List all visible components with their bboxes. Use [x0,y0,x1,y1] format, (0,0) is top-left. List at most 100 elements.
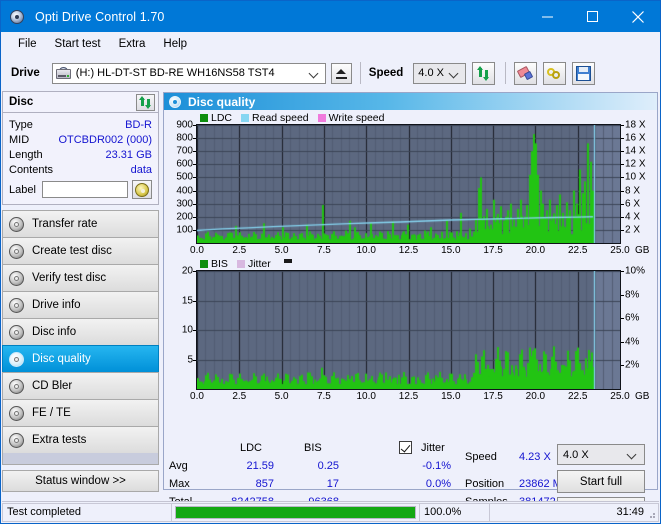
status-window-label: Status window >> [35,475,126,487]
progress-bar [175,506,416,519]
result-speed-select[interactable]: 4.0 X [557,444,645,465]
y-tick-label: 15 [182,295,193,306]
status-message: Test completed [2,503,172,522]
y-tick-label: 300 [176,198,193,209]
drive-icon [56,67,72,80]
x-tick-label: 5.0 [275,245,289,256]
legend-label-jitter: Jitter [248,258,271,270]
speed-select-value: 4.0 X [418,67,444,79]
y-tick-label: 600 [176,159,193,170]
disc-icon [9,433,24,448]
disc-label-input[interactable] [42,181,128,198]
y2-tick-label: 4 X [625,211,640,222]
erase-button[interactable] [514,62,537,85]
menu-help[interactable]: Help [154,36,196,52]
disc-row-key: Contents [9,164,53,176]
sidebar-item-label: Disc info [32,326,76,338]
y2-tick-label: 14 X [625,146,646,157]
sidebar-item-label: Create test disc [32,245,112,257]
close-icon[interactable] [615,1,660,32]
x-tick-label: 25.0 [610,245,629,256]
y2-tick [621,164,624,165]
refresh-button[interactable] [472,62,495,85]
sidebar-item-extra-tests[interactable]: Extra tests [2,426,159,453]
save-button[interactable] [572,62,595,85]
maximize-icon[interactable] [570,1,615,32]
menu-start-test[interactable]: Start test [46,36,110,52]
disc-icon [169,96,181,108]
speed-label: Speed [369,67,404,79]
bis-plot-area [196,270,621,390]
legend-label-read-speed: Read speed [252,112,309,124]
disc-row-mid: MID OTCBDR002 (000) [9,132,152,147]
y2-tick [621,365,624,366]
resize-grip[interactable] [646,509,656,519]
y2-tick-label: 10% [625,266,645,277]
sidebar-item-fe-te[interactable]: FE / TE [2,399,159,426]
sidebar-item-disc-quality[interactable]: Disc quality [2,345,159,372]
sidebar-item-disc-info[interactable]: Disc info [2,318,159,345]
drive-select[interactable]: (H:) HL-DT-ST BD-RE WH16NS58 TST4 [52,63,326,84]
window-controls [525,1,660,32]
x-tick-label: 15.0 [441,391,460,402]
key-button[interactable] [543,62,566,85]
speed-select[interactable]: 4.0 X [413,63,466,84]
jitter-avg-value: -0.1% [386,460,451,472]
y-tick-label: 900 [176,120,193,131]
menu-extra[interactable]: Extra [110,36,155,52]
sidebar-item-verify-test-disc[interactable]: Verify test disc [2,264,159,291]
disc-icon [9,352,24,367]
start-full-button[interactable]: Start full [557,470,645,493]
disc-refresh-button[interactable] [136,94,155,111]
y2-tick-label: 6 X [625,198,640,209]
disc-label-browse-button[interactable] [132,180,152,199]
disc-panel-header: Disc [3,92,158,113]
start-full-label: Start full [580,476,622,488]
stats-header-ldc: LDC [240,442,262,454]
sidebar-item-label: Drive info [32,299,81,311]
ldc-y-axis-left: 100200300400500600700800900 [164,124,196,242]
y2-tick-label: 4% [625,336,639,347]
y2-tick [621,318,624,319]
disc-icon [9,217,24,232]
y2-tick [621,151,624,152]
disc-row-value: OTCBDR002 (000) [58,134,152,146]
x-tick-label: 25.0 [610,391,629,402]
ldc-chart-legend: LDC Read speed Write speed [164,111,657,124]
bis-y-axis-right: 2%4%6%8%10% [621,270,657,388]
drive-select-value: (H:) HL-DT-ST BD-RE WH16NS58 TST4 [76,67,275,79]
progress-cell [172,503,420,522]
sidebar-item-create-test-disc[interactable]: Create test disc [2,237,159,264]
x-tick-label: 7.5 [317,391,331,402]
disc-icon [9,325,24,340]
toolbar: Drive (H:) HL-DT-ST BD-RE WH16NS58 TST4 … [1,55,660,91]
chevron-down-icon [628,450,637,459]
legend-swatch-ldc [200,114,208,122]
ldc-plot-area [196,124,621,244]
sidebar-item-transfer-rate[interactable]: Transfer rate [2,210,159,237]
legend-marker-extra [284,259,292,263]
x-tick-label: 12.5 [399,391,418,402]
jitter-checkbox[interactable] [399,441,412,454]
y2-tick [621,217,624,218]
chevron-down-icon [450,69,459,78]
eject-button[interactable] [331,63,352,84]
y2-tick [621,138,624,139]
y-tick-label: 700 [176,146,193,157]
position-stat-label: Position [465,478,504,490]
sidebar-item-cd-bler[interactable]: CD Bler [2,372,159,399]
sidebar-item-label: Verify test disc [32,272,106,284]
elapsed-time: 31:49 [490,503,659,522]
menu-file[interactable]: File [9,36,46,52]
bis-max-value: 17 [276,478,339,490]
status-window-button[interactable]: Status window >> [2,470,159,492]
y-tick-label: 100 [176,224,193,235]
sidebar-item-drive-info[interactable]: Drive info [2,291,159,318]
app-disc-icon [10,9,26,25]
x-tick-label: 5.0 [275,391,289,402]
x-tick-label: 2.5 [232,245,246,256]
ldc-avg-value: 21.59 [214,460,274,472]
minimize-icon[interactable] [525,1,570,32]
ldc-y-axis-right: 2 X4 X6 X8 X10 X12 X14 X16 X18 X [621,124,657,242]
stats-row-label-max: Max [169,478,190,490]
